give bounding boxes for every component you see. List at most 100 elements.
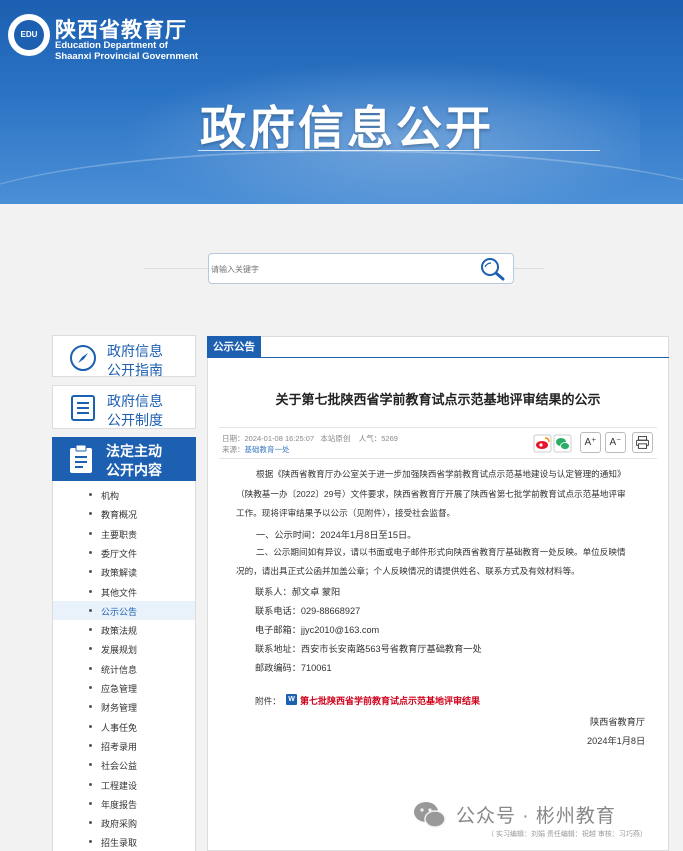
meta-divider-bottom bbox=[219, 458, 657, 459]
article-title: 关于第七批陕西省学前教育试点示范基地评审结果的公示 bbox=[275, 392, 601, 407]
sidebar-subitem-label: 工程建设 bbox=[101, 780, 138, 791]
sidebar-subitem[interactable]: 其他文件 bbox=[53, 582, 195, 601]
body-paragraph1-line2: （陕教基一办〔2022〕29号）文件要求，陕西省教育厅开展了陕西省第七批学前教育… bbox=[236, 489, 626, 499]
sidebar-subitem[interactable]: 教育概况 bbox=[53, 504, 195, 523]
font-increase-button[interactable]: A⁺ bbox=[580, 432, 601, 453]
body-paragraph1-line1: 根据《陕西省教育厅办公室关于进一步加强陕西省学前教育试点示范基地建设与认定管理的… bbox=[256, 469, 626, 479]
body-paragraph3-line2: 况的，请出具正式公函并加盖公章；个人反映情况的请提供姓名、联系方式及有效材料等。 bbox=[236, 566, 580, 576]
sidebar-subitem[interactable]: 招生录取 bbox=[53, 832, 195, 851]
source-link[interactable]: 基础教育一处 bbox=[245, 445, 290, 454]
sidebar-subitem[interactable]: 应急管理 bbox=[53, 678, 195, 697]
org-name-en-line2: Shaanxi Provincial Government bbox=[55, 51, 199, 62]
sidebar-subitem[interactable]: 机构 bbox=[53, 485, 195, 504]
signature-org: 陕西省教育厅 bbox=[590, 717, 646, 727]
watermark-text: 公众号 · 彬州教育 bbox=[456, 806, 616, 827]
sidebar-subitem-label: 统计信息 bbox=[101, 664, 138, 675]
sidebar-subitem[interactable]: 财务管理 bbox=[53, 697, 195, 716]
contact-postcode: 邮政编码：710061 bbox=[255, 663, 332, 673]
sidebar-subitem[interactable]: 人事任免 bbox=[53, 717, 195, 736]
document-list-icon bbox=[71, 395, 95, 421]
sidebar-subitem[interactable]: 委厅文件 bbox=[53, 543, 195, 562]
source-label: 来源： bbox=[222, 445, 245, 454]
font-decrease-button[interactable]: A⁻ bbox=[605, 432, 626, 453]
sidebar-subitem-label: 财务管理 bbox=[101, 703, 138, 714]
search-icon[interactable] bbox=[478, 256, 506, 282]
sidebar-subitem-label: 机构 bbox=[101, 491, 120, 501]
sidebar-subitem[interactable]: 公示公告 bbox=[53, 600, 195, 620]
bullet-dot-icon bbox=[89, 589, 92, 593]
bullet-dot-icon bbox=[89, 512, 92, 516]
article-origin: 本站原创 bbox=[320, 434, 351, 443]
bullet-dot-icon bbox=[89, 840, 92, 844]
sidebar-subitem-label: 教育概况 bbox=[101, 510, 138, 521]
sidebar-subitem-label: 招生录取 bbox=[101, 838, 138, 849]
sidebar-subitem[interactable]: 工程建设 bbox=[53, 775, 195, 794]
sidebar-active-section[interactable]: 法定主动 公开内容 bbox=[52, 437, 196, 481]
sidebar-system-line2: 公开制度 bbox=[107, 412, 163, 428]
sidebar-subitem-label: 主要职责 bbox=[101, 529, 138, 540]
bullet-dot-icon bbox=[89, 666, 92, 670]
bullet-dot-icon bbox=[89, 782, 92, 786]
sidebar-subitem[interactable]: 政策法规 bbox=[53, 620, 195, 639]
sidebar-subitem[interactable]: 政策解读 bbox=[53, 562, 195, 581]
body-paragraph1-line3: 工作。现将评审结果予以公示（见附件），接受社会监督。 bbox=[236, 508, 456, 518]
sidebar-guide[interactable]: 政府信息 公开指南 bbox=[52, 335, 196, 378]
sidebar-subitem[interactable]: 年度报告 bbox=[53, 794, 195, 813]
meta-divider-top bbox=[219, 427, 657, 428]
sidebar-subitem-label: 社会公益 bbox=[101, 761, 138, 772]
header-banner: EDU 陕西省教育厅 Education Department of Shaan… bbox=[0, 0, 683, 204]
article-source: 来源：基础教育一处 bbox=[222, 444, 290, 455]
sidebar-subitem[interactable]: 招考录用 bbox=[53, 736, 195, 755]
sidebar-subitem[interactable]: 发展规划 bbox=[53, 639, 195, 658]
sidebar-subitem[interactable]: 主要职责 bbox=[53, 524, 195, 543]
editor-credits: （ 实习编辑：刘娟 责任编辑：祝越 审核：习巧燕） bbox=[487, 831, 647, 838]
sidebar-system-line1: 政府信息 bbox=[107, 393, 163, 409]
page-title: 政府信息公开 bbox=[200, 102, 494, 154]
sidebar-subitem[interactable]: 统计信息 bbox=[53, 659, 195, 678]
contact-person: 联系人：郝文卓 蒙阳 bbox=[255, 587, 341, 597]
sidebar-subitem-label: 其他文件 bbox=[101, 587, 138, 598]
sidebar-guide-line2: 公开指南 bbox=[107, 362, 163, 378]
word-doc-icon: W bbox=[286, 694, 297, 705]
signature-date: 2024年1月8日 bbox=[587, 736, 646, 746]
sidebar-subitem-label: 政府采购 bbox=[101, 819, 138, 830]
wechat-watermark-icon bbox=[414, 802, 446, 828]
bullet-dot-icon bbox=[89, 705, 92, 709]
sidebar-subitem-label: 委厅文件 bbox=[101, 548, 138, 559]
bullet-dot-icon bbox=[89, 821, 92, 825]
clipboard-icon bbox=[70, 444, 92, 473]
sidebar-subitem[interactable]: 政府采购 bbox=[53, 813, 195, 832]
body-paragraph3-line1: 二、公示期间如有异议，请以书面或电子邮件形式向陕西省教育厅基础教育一处反映。单位… bbox=[256, 547, 626, 557]
title-underline bbox=[198, 150, 600, 151]
sidebar-guide-line1: 政府信息 bbox=[107, 343, 163, 359]
sidebar-subitem-label: 公示公告 bbox=[101, 606, 138, 617]
bullet-dot-icon bbox=[89, 763, 92, 767]
sidebar-system[interactable]: 政府信息 公开制度 bbox=[52, 385, 196, 429]
attachment-link[interactable]: 第七批陕西省学前教育试点示范基地评审结果 bbox=[300, 694, 480, 707]
contact-email: 电子邮箱：jjyc2010@163.com bbox=[255, 625, 380, 635]
bullet-dot-icon bbox=[89, 531, 92, 535]
article-views: 人气：5269 bbox=[358, 434, 398, 443]
sidebar-subitem-label: 应急管理 bbox=[101, 684, 138, 694]
sidebar-subitem-label: 招考录用 bbox=[101, 741, 138, 752]
compass-icon bbox=[70, 345, 96, 371]
bullet-dot-icon bbox=[89, 743, 92, 747]
article-date: 日期：2024-01-08 16:25:07 bbox=[222, 434, 315, 443]
weibo-share-icon[interactable] bbox=[533, 434, 552, 453]
bullet-dot-icon bbox=[89, 801, 92, 805]
sidebar-subitem[interactable]: 社会公益 bbox=[53, 755, 195, 774]
article-meta: 日期：2024-01-08 16:25:07 本站原创 人气：5269 bbox=[222, 433, 398, 444]
search-box bbox=[208, 253, 514, 284]
bullet-dot-icon bbox=[89, 570, 92, 574]
logo[interactable]: EDU bbox=[8, 14, 50, 56]
print-icon[interactable] bbox=[632, 432, 653, 453]
bullet-dot-icon bbox=[89, 647, 92, 651]
body-paragraph2: 一、公示时间：2024年1月8日至15日。 bbox=[256, 530, 417, 540]
search-input[interactable] bbox=[211, 260, 471, 278]
sidebar-subnav: 机构教育概况主要职责委厅文件政策解读其他文件公示公告政策法规发展规划统计信息应急… bbox=[52, 481, 196, 851]
tab-announcements[interactable]: 公示公告 bbox=[207, 336, 261, 358]
wechat-share-icon[interactable] bbox=[553, 434, 572, 453]
contact-phone: 联系电话：029-88668927 bbox=[255, 606, 361, 616]
sidebar-active-line1: 法定主动 bbox=[106, 443, 162, 459]
sidebar-subitem-label: 政策法规 bbox=[101, 626, 138, 637]
